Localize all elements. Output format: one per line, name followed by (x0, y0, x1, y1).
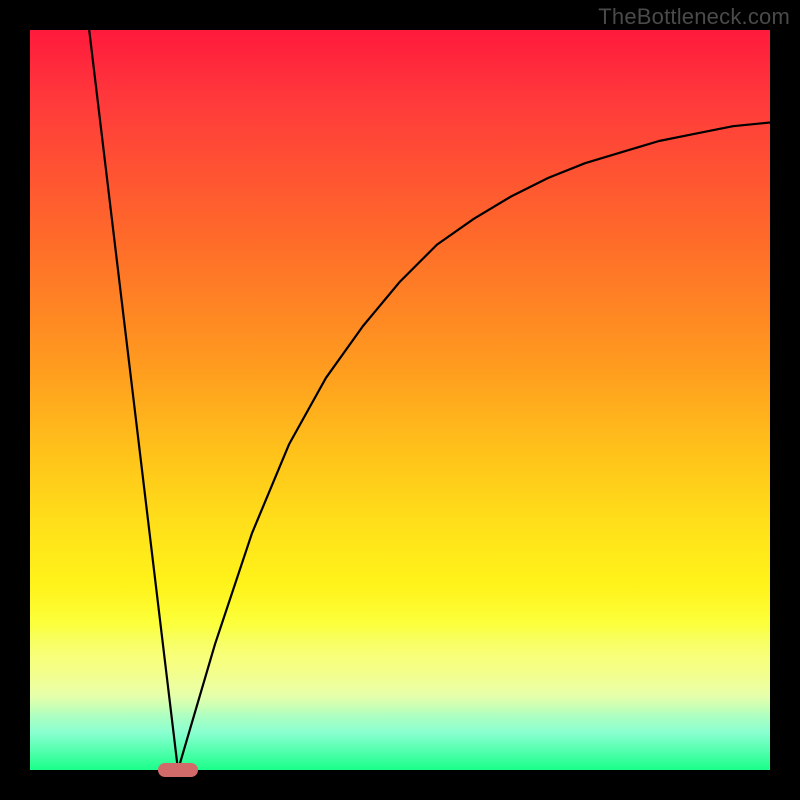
attribution-label: TheBottleneck.com (598, 4, 790, 30)
chart-frame: TheBottleneck.com (0, 0, 800, 800)
bottleneck-curve (89, 30, 770, 770)
curve-layer (30, 30, 770, 770)
min-marker (158, 763, 198, 777)
plot-area (30, 30, 770, 770)
